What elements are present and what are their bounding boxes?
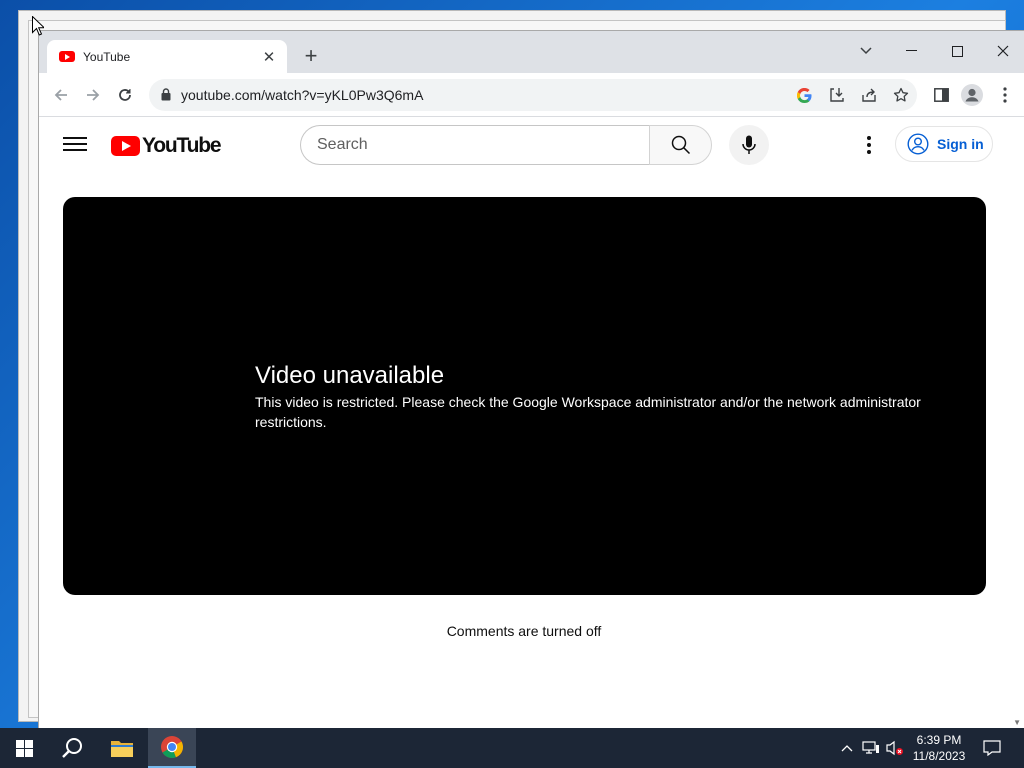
maximize-button[interactable] [934, 37, 980, 65]
minimize-icon [905, 50, 917, 51]
network-icon [862, 741, 879, 754]
notifications-button[interactable] [982, 740, 1002, 756]
microphone-icon [742, 135, 756, 154]
side-panel-button[interactable] [929, 83, 953, 107]
forward-button[interactable] [81, 83, 105, 107]
taskbar-clock[interactable]: 6:39 PM 11/8/2023 [906, 732, 972, 764]
back-button[interactable] [49, 83, 73, 107]
desktop: YouTube ✕ + youtube.com/watch?v=yKL0Pw3Q… [0, 0, 1024, 728]
video-player[interactable]: Video unavailable This video is restrict… [63, 197, 986, 595]
settings-menu-button[interactable] [857, 133, 881, 157]
tab-search-button[interactable] [843, 37, 889, 65]
youtube-logo-text: YouTube [142, 134, 222, 157]
windows-logo-icon [15, 739, 33, 757]
search-button[interactable] [649, 125, 712, 165]
taskbar: 6:39 PM 11/8/2023 [0, 728, 1024, 768]
scroll-down-arrow-icon[interactable]: ▼ [1013, 718, 1021, 727]
search-icon [671, 135, 690, 155]
close-icon [997, 45, 1009, 57]
hamburger-icon [63, 137, 87, 139]
google-g-icon [796, 87, 812, 103]
tab-youtube[interactable]: YouTube ✕ [47, 40, 287, 73]
clock-date: 11/8/2023 [912, 749, 966, 763]
tab-strip: YouTube ✕ + [39, 31, 1024, 73]
network-button[interactable] [862, 740, 880, 756]
error-message: This video is restricted. Please check t… [255, 394, 921, 430]
chrome-taskbar-button[interactable] [148, 728, 196, 768]
mouse-cursor-icon [32, 16, 44, 36]
google-lens-button[interactable] [793, 85, 815, 105]
more-vertical-icon [867, 136, 871, 140]
install-app-button[interactable] [826, 85, 848, 105]
youtube-page: YouTube Sign in [39, 117, 1024, 728]
notification-icon [983, 740, 1001, 756]
profile-icon [961, 84, 983, 106]
arrow-right-icon [87, 89, 100, 101]
account-circle-icon [907, 133, 929, 155]
youtube-header: YouTube Sign in [39, 117, 1024, 173]
maximize-icon [951, 45, 963, 57]
close-window-button[interactable] [980, 37, 1024, 65]
minimize-button[interactable] [888, 37, 934, 65]
error-title: Video unavailable [255, 362, 445, 389]
search-input[interactable] [300, 125, 650, 165]
tab-close-icon[interactable]: ✕ [261, 48, 277, 66]
youtube-logo[interactable]: YouTube [111, 134, 222, 158]
side-panel-icon [933, 88, 949, 102]
reload-icon [119, 89, 131, 101]
search-box [300, 125, 712, 165]
install-icon [830, 88, 844, 102]
lock-icon [161, 88, 171, 101]
comments-status: Comments are turned off [446, 623, 602, 639]
bookmark-button[interactable] [890, 85, 912, 105]
share-icon [862, 88, 876, 102]
new-tab-button[interactable]: + [299, 45, 323, 69]
more-vertical-icon [1003, 87, 1007, 103]
youtube-logo-icon [111, 136, 140, 156]
arrow-left-icon [54, 89, 67, 101]
show-hidden-icons-button[interactable] [838, 740, 856, 756]
reload-button[interactable] [113, 83, 137, 107]
share-button[interactable] [858, 85, 880, 105]
file-explorer-button[interactable] [98, 728, 146, 768]
sign-in-button[interactable]: Sign in [895, 126, 993, 162]
browser-toolbar: youtube.com/watch?v=yKL0Pw3Q6mA [39, 73, 1024, 117]
volume-button[interactable] [886, 740, 904, 756]
chrome-window: YouTube ✕ + youtube.com/watch?v=yKL0Pw3Q… [38, 30, 1024, 728]
volume-muted-icon [886, 740, 903, 756]
url-text: youtube.com/watch?v=yKL0Pw3Q6mA [181, 87, 424, 103]
chrome-icon [161, 736, 184, 759]
youtube-favicon-icon [59, 51, 75, 62]
start-button[interactable] [0, 728, 48, 768]
profile-button[interactable] [960, 83, 984, 107]
tab-title: YouTube [83, 49, 131, 64]
chevron-down-icon [860, 47, 872, 55]
guide-menu-button[interactable] [63, 133, 87, 157]
folder-icon [111, 741, 133, 757]
clock-time: 6:39 PM [916, 733, 962, 747]
chrome-menu-button[interactable] [993, 83, 1017, 107]
star-icon [893, 87, 909, 102]
taskbar-search-button[interactable] [48, 728, 96, 768]
sign-in-label: Sign in [937, 136, 984, 152]
voice-search-button[interactable] [729, 125, 769, 165]
search-icon [62, 738, 82, 758]
address-bar[interactable]: youtube.com/watch?v=yKL0Pw3Q6mA [149, 79, 917, 111]
chevron-up-icon [841, 745, 853, 752]
